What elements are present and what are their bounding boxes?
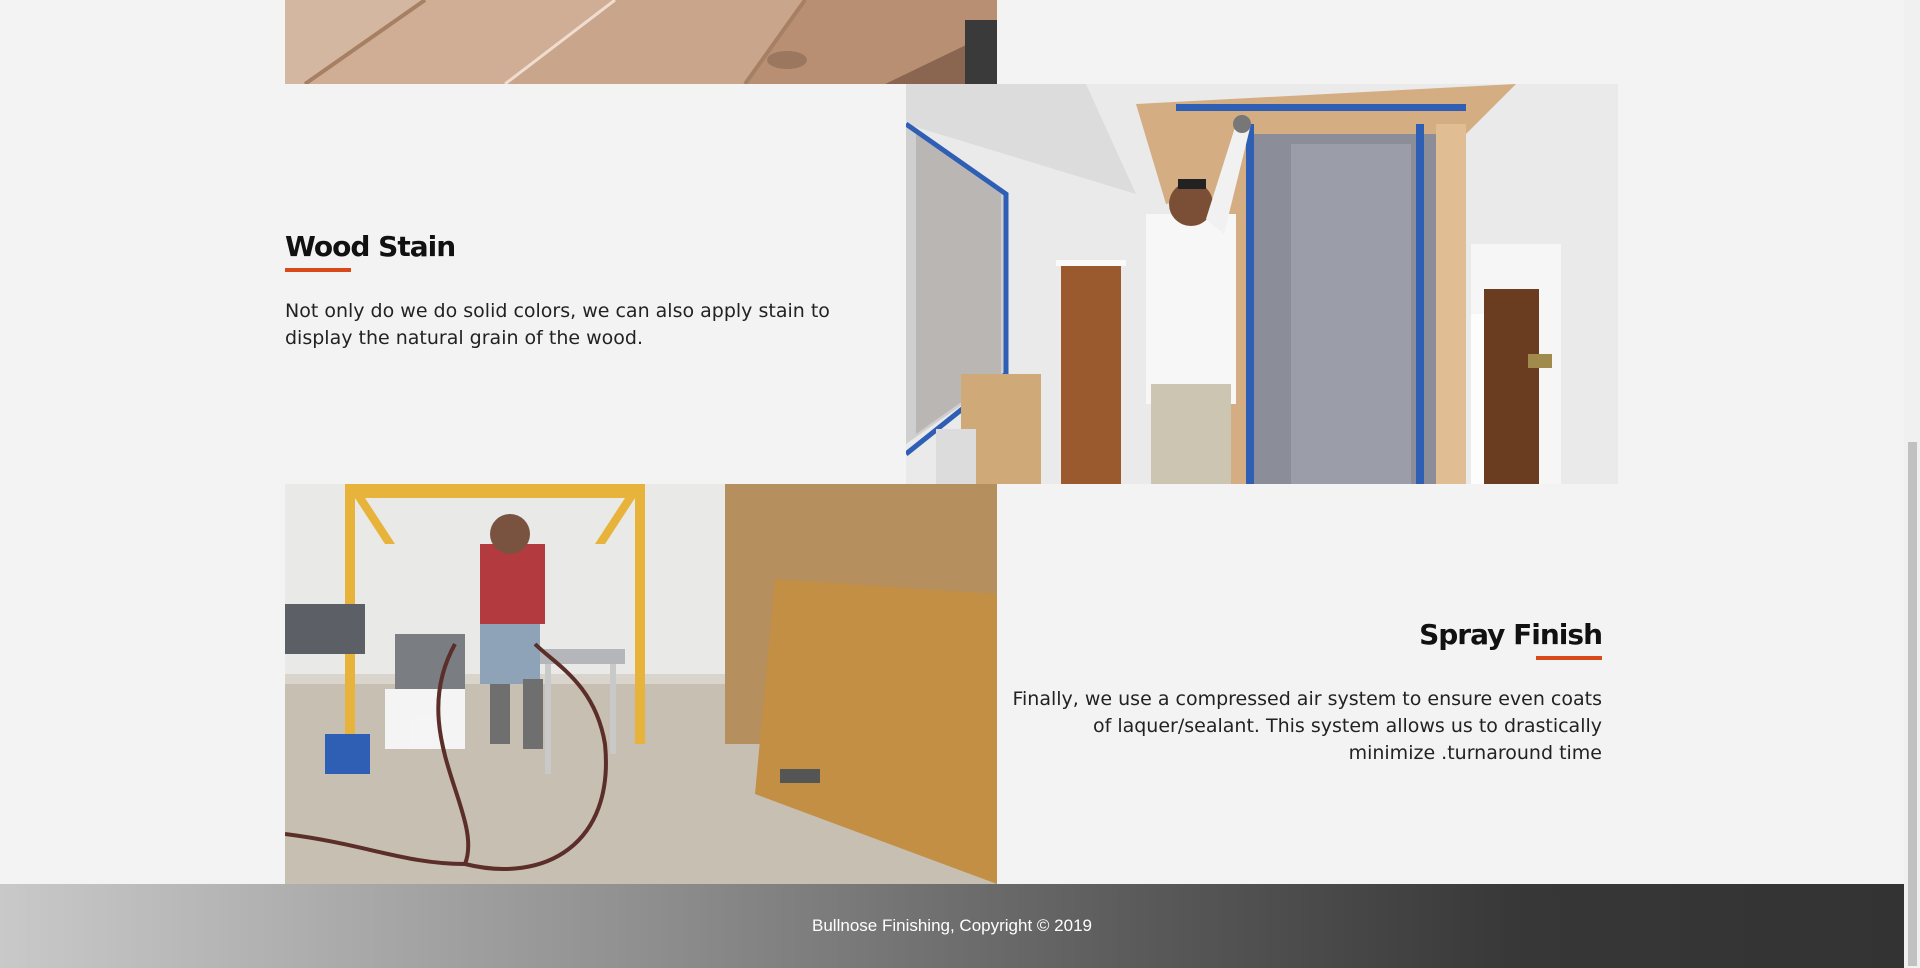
wood-stain-description: Not only do we do solid colors, we can a…: [285, 300, 830, 349]
wood-stain-heading: Wood Stain: [285, 230, 456, 263]
page-content: Wood Stain Not only do we do solid color…: [0, 0, 1904, 884]
wood-stain-section: Wood Stain Not only do we do solid color…: [285, 230, 845, 352]
spray-finish-underline: [1536, 656, 1602, 660]
cabinet-painting-photo: [906, 84, 1618, 484]
page-footer: Bullnose Finishing, Copyright © 2019: [0, 884, 1904, 968]
wood-door-photo: [285, 0, 997, 84]
spray-finish-section: Spray Finish Finally, we use a compresse…: [1002, 618, 1603, 767]
spray-finish-description: Finally, we use a compressed air system …: [1012, 688, 1602, 764]
footer-copyright: Bullnose Finishing, Copyright © 2019: [812, 916, 1092, 935]
scrollbar-thumb[interactable]: [1908, 442, 1917, 966]
spray-finish-heading: Spray Finish: [1419, 618, 1603, 651]
spray-finishing-photo: [285, 484, 997, 884]
vertical-scrollbar[interactable]: [1904, 0, 1920, 968]
wood-stain-underline: [285, 268, 351, 272]
